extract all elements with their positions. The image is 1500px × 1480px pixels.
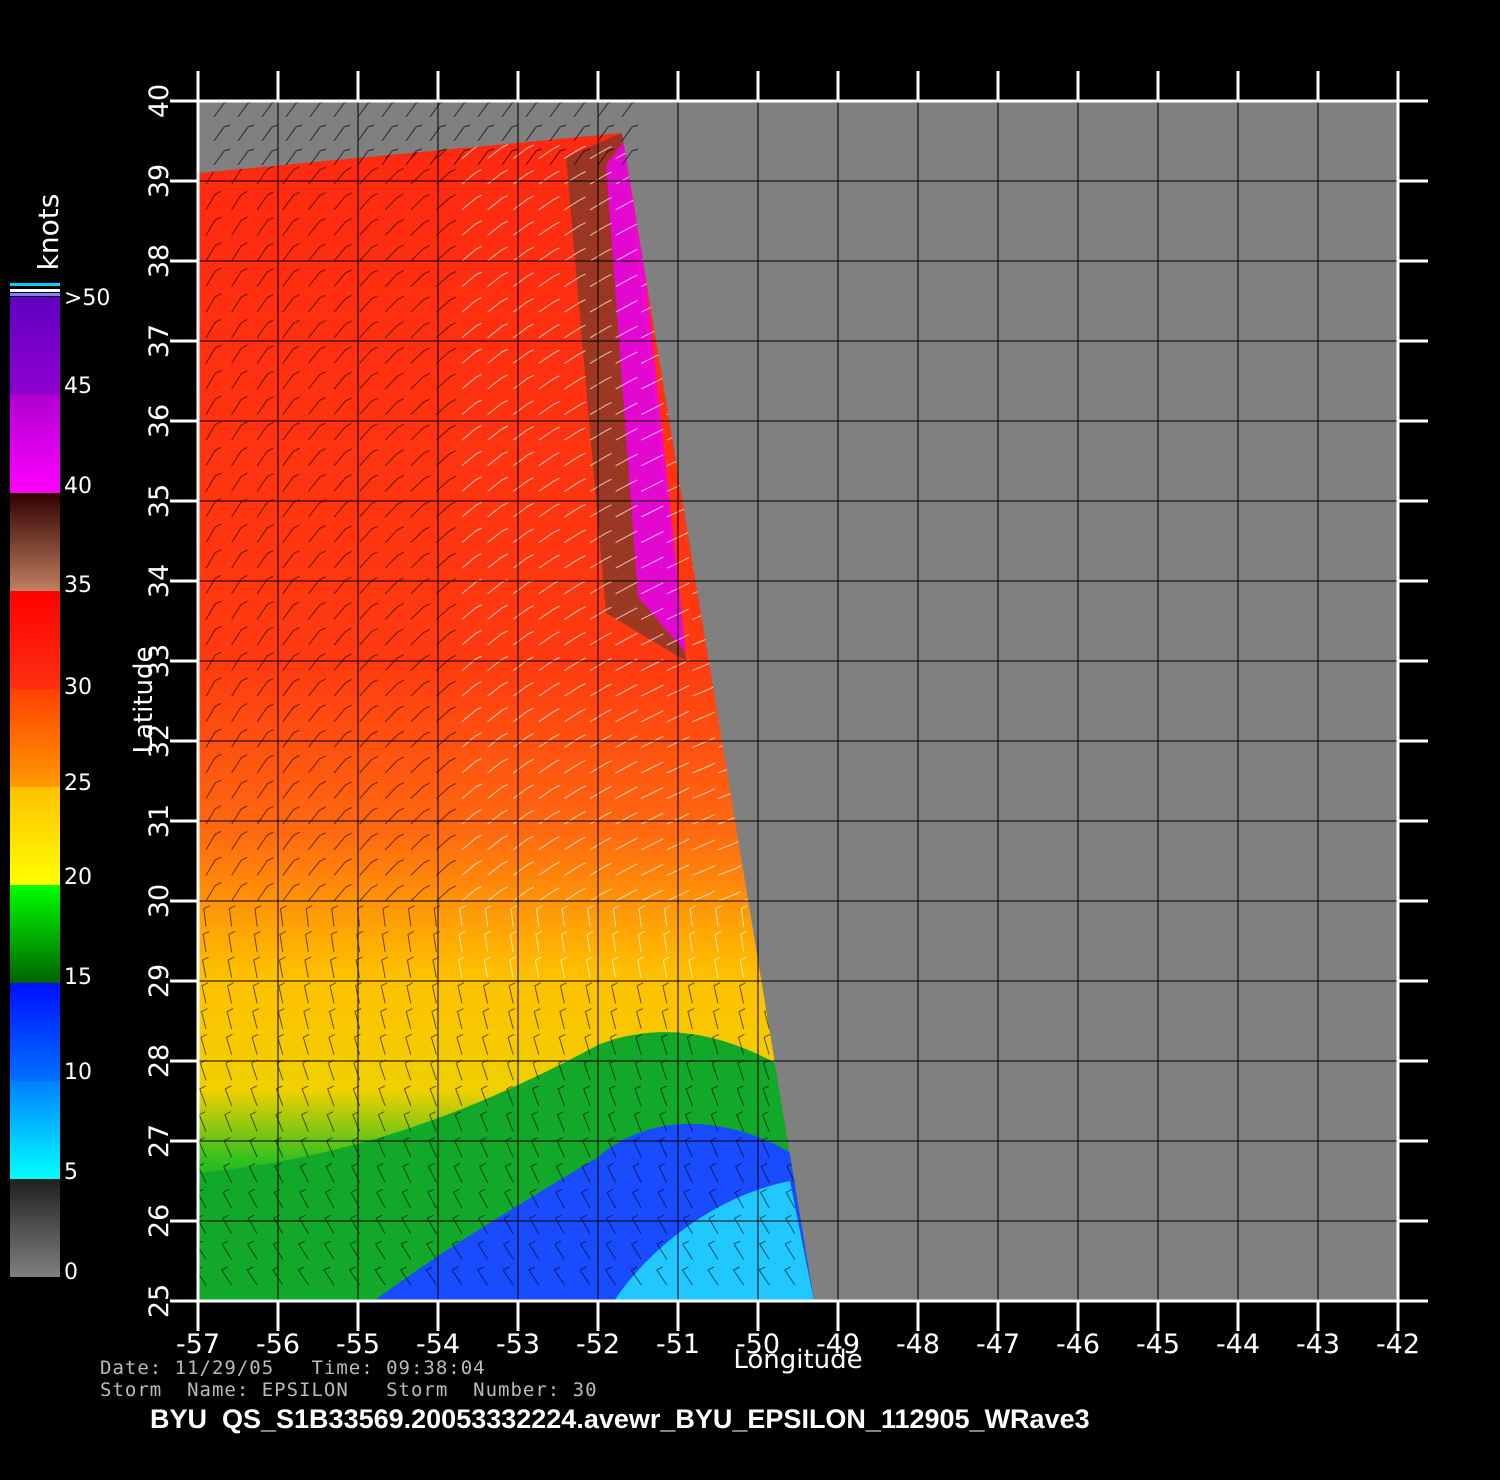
colorbar-overflow-stripe xyxy=(10,293,60,296)
colorbar-overflow-stripe xyxy=(10,289,60,292)
product-filename: BYU QS_S1B33569.20053332224.avewr_BYU_EP… xyxy=(150,1404,1090,1434)
lon-tick-label: -56 xyxy=(256,1329,300,1360)
lat-tick-label: 25 xyxy=(144,1284,175,1318)
lon-tick-label: -43 xyxy=(1296,1329,1340,1360)
lat-tick-label: 27 xyxy=(144,1124,175,1158)
lat-tick-label: 35 xyxy=(144,484,175,518)
storm-info-line: Storm Name: EPSILON Storm Number: 30 xyxy=(100,1379,598,1401)
lon-tick-label: -57 xyxy=(176,1329,220,1360)
y-axis-label: Latitude xyxy=(129,646,159,753)
wind-map-figure: -57 -56 -55 -54 -53 -52 -51 -50 -49 -48 -47 -46 -45-… xyxy=(10,71,1428,1375)
lon-tick-label: -42 xyxy=(1376,1329,1420,1360)
colorbar-label: 30 xyxy=(64,675,92,700)
date-time-line: Date: 11/29/05 Time: 09:38:04 xyxy=(100,1357,486,1379)
wind-speed-colorbar: >50 45 40 35 30 25 20 15 10 5 0 xyxy=(10,283,110,1285)
map-plot-area xyxy=(198,101,1398,1301)
lon-tick-label: -46 xyxy=(1056,1329,1100,1360)
colorbar-segment xyxy=(10,297,60,395)
colorbar-label: 10 xyxy=(64,1060,92,1085)
colorbar-label: 5 xyxy=(64,1160,78,1185)
lat-tick-label: 34 xyxy=(144,564,175,598)
x-axis-label: Longitude xyxy=(733,1345,862,1375)
lon-tick-label: -54 xyxy=(416,1329,460,1360)
colorbar-label: >50 xyxy=(64,286,110,311)
colorbar-label: 15 xyxy=(64,965,92,990)
colorbar-label: 20 xyxy=(64,865,92,890)
colorbar-segment xyxy=(10,493,60,591)
lat-tick-label: 37 xyxy=(144,324,175,358)
colorbar-segment xyxy=(10,983,60,1081)
lat-tick-label: 38 xyxy=(144,244,175,278)
colorbar-segment xyxy=(10,689,60,787)
colorbar-title: knots xyxy=(32,194,65,271)
lat-tick-label: 28 xyxy=(144,1044,175,1078)
lon-tick-label: -55 xyxy=(336,1329,380,1360)
lat-tick-label: 39 xyxy=(144,164,175,198)
colorbar-label: 35 xyxy=(64,573,92,598)
lon-tick-label: -51 xyxy=(656,1329,700,1360)
lon-tick-label: -52 xyxy=(576,1329,620,1360)
lon-tick-label: -53 xyxy=(496,1329,540,1360)
lat-tick-label: 31 xyxy=(144,804,175,838)
lat-tick-label: 36 xyxy=(144,404,175,438)
lat-tick-label: 30 xyxy=(144,884,175,918)
colorbar-segment xyxy=(10,395,60,493)
lat-tick-label: 40 xyxy=(144,84,175,118)
colorbar-segment xyxy=(10,1179,60,1277)
colorbar-label: 25 xyxy=(64,771,92,796)
lat-tick-label: 26 xyxy=(144,1204,175,1238)
colorbar-segment xyxy=(10,1081,60,1179)
colorbar-label: 45 xyxy=(64,374,92,399)
lon-tick-label: -44 xyxy=(1216,1329,1260,1360)
colorbar-segment xyxy=(10,591,60,689)
lon-tick-label: -45 xyxy=(1136,1329,1180,1360)
colorbar-overflow-stripe xyxy=(10,283,60,286)
colorbar-segment xyxy=(10,885,60,983)
colorbar-segment xyxy=(10,787,60,885)
lat-tick-label: 29 xyxy=(144,964,175,998)
lon-tick-label: -47 xyxy=(976,1329,1020,1360)
colorbar-label: 0 xyxy=(64,1260,78,1285)
colorbar-label: 40 xyxy=(64,474,92,499)
lon-tick-label: -48 xyxy=(896,1329,940,1360)
